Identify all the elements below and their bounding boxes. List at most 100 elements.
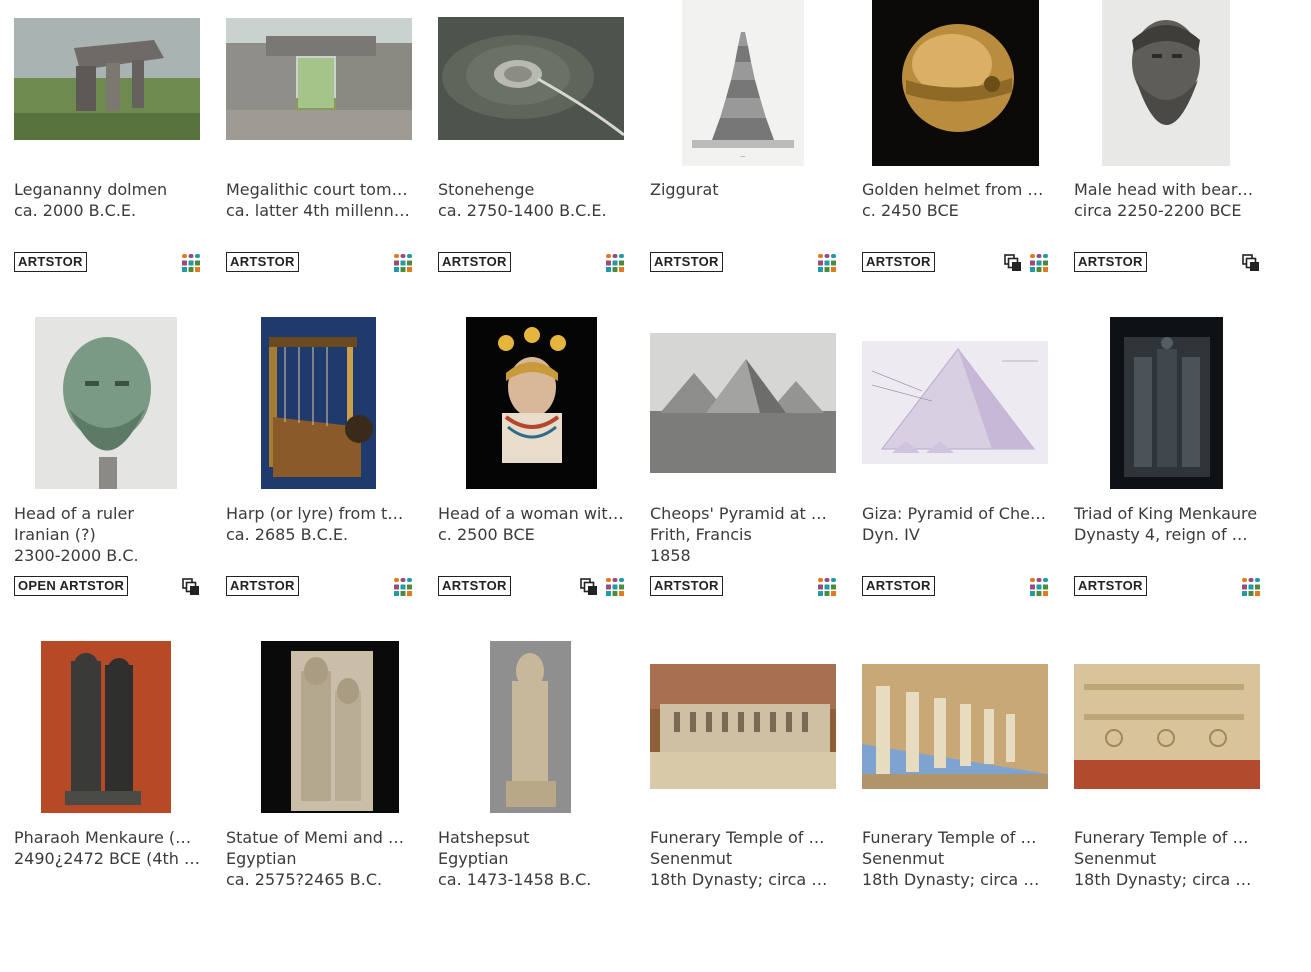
related-grid-icon[interactable] xyxy=(818,578,836,596)
source-badge[interactable]: ARTSTOR xyxy=(438,252,511,272)
card-caption: Male head with beard (Sargon)circa 2250-… xyxy=(1074,179,1260,221)
related-grid-icon[interactable] xyxy=(606,254,624,272)
card-meta-line: ca. latter 4th millennium B.C.E. xyxy=(226,201,412,220)
thumbnail-image[interactable] xyxy=(1110,317,1223,489)
thumbnail-image[interactable] xyxy=(862,341,1048,464)
card-caption: Funerary Temple of HatshepsutSenenmut 18t… xyxy=(862,827,1048,890)
source-badge[interactable]: ARTSTOR xyxy=(1074,252,1147,272)
card-title[interactable]: Funerary Temple of Hatshepsut xyxy=(650,827,836,848)
card-actions xyxy=(1242,578,1260,596)
related-grid-icon[interactable] xyxy=(818,254,836,272)
card-title[interactable]: Statue of Memi and Sabu xyxy=(226,827,412,848)
card-meta-line: Senenmut xyxy=(650,849,733,868)
card-caption: Funerary Temple of HatshepsutSenenmut 18t… xyxy=(650,827,836,890)
card-caption: Legananny dolmen ca. 2000 B.C.E. xyxy=(14,179,200,221)
result-card: Megalithic court tomb, Creevykeel, Co. S… xyxy=(226,0,412,324)
thumbnail-image[interactable] xyxy=(650,333,836,473)
card-actions xyxy=(394,578,412,596)
related-grid-icon[interactable] xyxy=(182,254,200,272)
source-badge[interactable]: ARTSTOR xyxy=(226,576,299,596)
card-caption: Ziggurat xyxy=(650,179,836,200)
card-meta-line: Senenmut xyxy=(1074,849,1157,868)
card-actions xyxy=(818,578,836,596)
thumbnail-image[interactable] xyxy=(261,317,376,489)
card-caption: Head of a ruler Iranian (?) 2300-2000 B.C. xyxy=(14,503,200,566)
related-grid-icon[interactable] xyxy=(606,578,624,596)
card-meta-line: Dynasty 4, reign of Menkaure xyxy=(1074,525,1260,544)
result-card: Funerary Temple of HatshepsutSenenmut 18t… xyxy=(862,648,1048,972)
card-title[interactable]: Pharaoh Menkaure (Mycerinus) and his que… xyxy=(14,827,200,848)
card-caption: Harp (or lyre) from the Royal Cemeteryca… xyxy=(226,503,412,545)
multi-view-icon[interactable] xyxy=(182,578,200,596)
thumbnail-image[interactable] xyxy=(490,641,571,813)
card-meta-line: 2490¿2472 BCE (4th Dynasty) xyxy=(14,849,200,868)
card-title[interactable]: Hatshepsut xyxy=(438,827,624,848)
card-title[interactable]: Triad of King Menkaure xyxy=(1074,503,1260,524)
source-badge[interactable]: ARTSTOR xyxy=(650,576,723,596)
card-title[interactable]: Cheops' Pyramid at Giza xyxy=(650,503,836,524)
thumbnail-image[interactable] xyxy=(41,641,171,813)
card-caption: Stonehenge ca. 2750-1400 B.C.E. xyxy=(438,179,624,221)
thumbnail-image[interactable] xyxy=(438,17,624,140)
thumbnail-image[interactable] xyxy=(862,664,1048,789)
card-meta-line: 18th Dynasty; circa 1473-1458 BCE xyxy=(862,870,1048,889)
source-badge[interactable]: ARTSTOR xyxy=(862,576,935,596)
related-grid-icon[interactable] xyxy=(394,578,412,596)
related-grid-icon[interactable] xyxy=(1030,578,1048,596)
thumbnail-image[interactable] xyxy=(35,317,177,489)
card-meta-line: Senenmut xyxy=(862,849,945,868)
thumbnail-image[interactable] xyxy=(1074,664,1260,789)
card-actions xyxy=(1242,254,1260,272)
card-title[interactable]: Ziggurat xyxy=(650,179,836,200)
result-card: Head of a ruler Iranian (?) 2300-2000 B.C.… xyxy=(14,317,200,648)
card-caption: Giza: Pyramid of Cheops Dyn. IV xyxy=(862,503,1048,545)
card-title[interactable]: Funerary Temple of Hatshepsut xyxy=(862,827,1048,848)
card-title[interactable]: Golden helmet from the Royal Cemetery xyxy=(862,179,1048,200)
related-grid-icon[interactable] xyxy=(394,254,412,272)
result-card: Cheops' Pyramid at Giza Frith, Francis 185… xyxy=(650,324,836,648)
source-badge[interactable]: ARTSTOR xyxy=(14,252,87,272)
multi-view-icon[interactable] xyxy=(1004,254,1022,272)
card-meta-line: Egyptian xyxy=(226,849,297,868)
card-title[interactable]: Head of a ruler xyxy=(14,503,200,524)
card-caption: Hatshepsut Egyptian ca. 1473-1458 B.C. xyxy=(438,827,624,890)
related-grid-icon[interactable] xyxy=(1242,578,1260,596)
multi-view-icon[interactable] xyxy=(580,578,598,596)
result-card: Giza: Pyramid of Cheops Dyn. IV ARTSTOR xyxy=(862,324,1048,648)
card-title[interactable]: Head of a woman with headdress xyxy=(438,503,624,524)
thumbnail-image[interactable] xyxy=(226,18,412,140)
thumbnail-image[interactable] xyxy=(261,641,399,813)
related-grid-icon[interactable] xyxy=(1030,254,1048,272)
card-caption: Pharaoh Menkaure (Mycerinus) and his que… xyxy=(14,827,200,869)
card-title[interactable]: Male head with beard (Sargon) xyxy=(1074,179,1260,200)
card-caption: Golden helmet from the Royal Cemeteryc. … xyxy=(862,179,1048,221)
source-badge[interactable]: ARTSTOR xyxy=(650,252,723,272)
result-card: Funerary Temple of HatshepsutSenenmut 18t… xyxy=(650,648,836,972)
card-title[interactable]: Giza: Pyramid of Cheops xyxy=(862,503,1048,524)
card-meta-line: 1858 xyxy=(650,546,691,565)
source-badge[interactable]: ARTSTOR xyxy=(1074,576,1147,596)
source-badge[interactable]: OPEN ARTSTOR xyxy=(14,576,129,596)
multi-view-icon[interactable] xyxy=(1242,254,1260,272)
card-actions xyxy=(182,254,200,272)
source-badge[interactable]: ARTSTOR xyxy=(226,252,299,272)
card-title[interactable]: Megalithic court tomb, Creevykeel, Co. S… xyxy=(226,179,412,200)
thumbnail-image[interactable] xyxy=(14,18,200,140)
source-badge[interactable]: ARTSTOR xyxy=(862,252,935,272)
source-badge[interactable]: ARTSTOR xyxy=(438,576,511,596)
card-meta-line: c. 2450 BCE xyxy=(862,201,959,220)
result-card: Hatshepsut Egyptian ca. 1473-1458 B.C. xyxy=(438,641,624,972)
card-actions xyxy=(580,578,624,596)
thumbnail-image[interactable]: — xyxy=(682,0,804,166)
card-title[interactable]: Harp (or lyre) from the Royal Cemetery xyxy=(226,503,412,524)
card-title[interactable]: Stonehenge xyxy=(438,179,624,200)
card-title[interactable]: Funerary Temple of Hatshepsut xyxy=(1074,827,1260,848)
card-meta-line: Egyptian xyxy=(438,849,509,868)
card-meta-line: 18th Dynasty; circa 1473-1458 BCE xyxy=(1074,870,1260,889)
thumbnail-image[interactable] xyxy=(872,0,1039,166)
thumbnail-image[interactable] xyxy=(466,317,597,489)
card-title[interactable]: Legananny dolmen xyxy=(14,179,200,200)
result-card: Legananny dolmen ca. 2000 B.C.E. ARTSTOR xyxy=(14,0,200,324)
thumbnail-image[interactable] xyxy=(650,664,836,789)
thumbnail-image[interactable] xyxy=(1102,0,1230,166)
